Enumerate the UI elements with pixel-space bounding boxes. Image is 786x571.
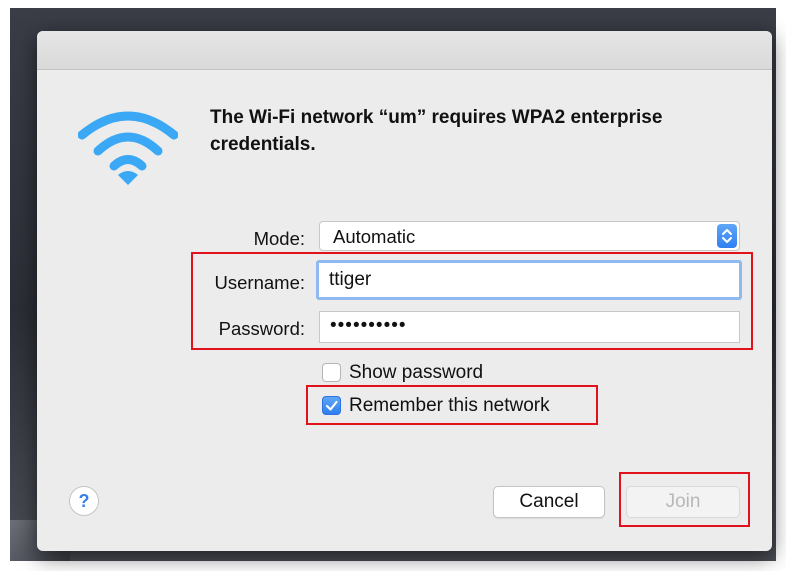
show-password-label[interactable]: Show password: [349, 362, 483, 384]
cancel-button[interactable]: Cancel: [493, 486, 605, 518]
show-password-checkbox[interactable]: [322, 363, 341, 382]
mode-select[interactable]: Automatic: [319, 221, 740, 251]
mode-label: Mode:: [253, 228, 305, 249]
wifi-icon: [78, 111, 178, 185]
remember-network-checkbox[interactable]: [322, 396, 341, 415]
credentials-highlight: [191, 252, 753, 350]
chevron-updown-icon: [717, 224, 737, 248]
join-button[interactable]: Join: [626, 486, 740, 518]
remember-network-label[interactable]: Remember this network: [349, 395, 550, 417]
dialog-message: The Wi-Fi network “um” requires WPA2 ent…: [210, 107, 663, 155]
dialog-titlebar: [37, 31, 772, 70]
checkmark-icon: [325, 400, 338, 411]
help-button[interactable]: ?: [69, 486, 99, 516]
mode-select-value: Automatic: [333, 226, 416, 247]
